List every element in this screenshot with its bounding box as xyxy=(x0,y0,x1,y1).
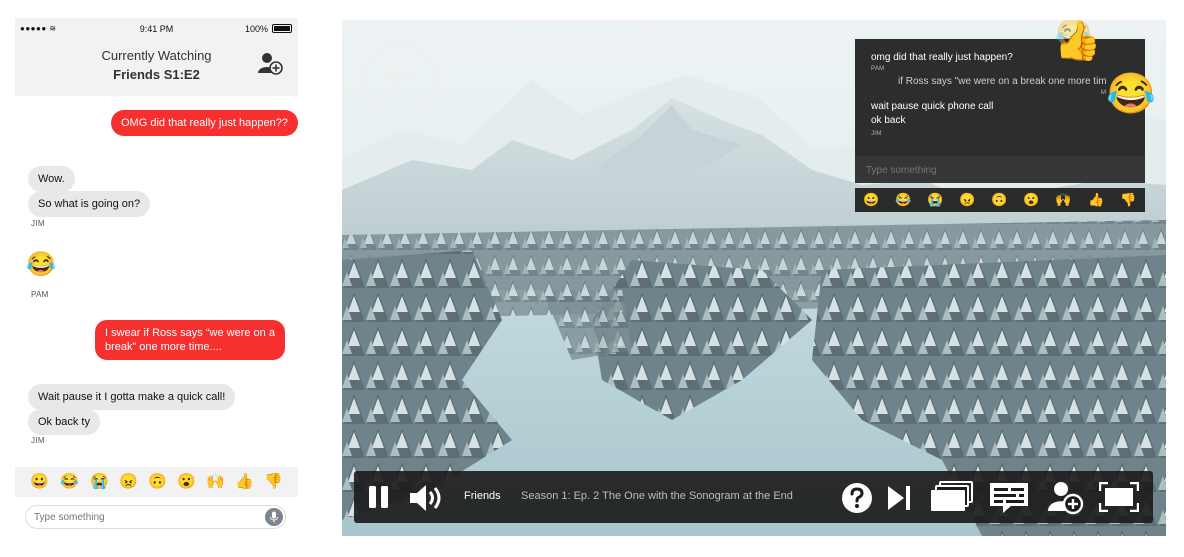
grinning-emoji-button[interactable]: 😀 xyxy=(863,192,879,208)
show-title: Friends xyxy=(464,490,501,502)
message-bubble-received: Ok back ty xyxy=(28,409,100,435)
floating-laughing-emoji: 😂 xyxy=(1106,72,1156,116)
status-bar: ●●●●● ≋ 9:41 PM 100% xyxy=(15,18,298,40)
battery-percent: 100% xyxy=(244,24,268,34)
chat-message: omg did that really just happen? xyxy=(871,52,1013,63)
raised-hands-emoji-button[interactable]: 🙌 xyxy=(206,473,225,491)
message-input[interactable] xyxy=(34,509,254,525)
emoji-reaction-bar: 😀 😂 😭 😠 🙃 😮 🙌 👍 👎 xyxy=(15,467,298,497)
composer xyxy=(15,497,298,537)
floating-thumbs-up-emoji: 👍 xyxy=(1054,21,1102,63)
chat-message: ok back xyxy=(871,115,906,126)
chat-message: if Ross says "we were on a break one mor… xyxy=(898,76,1107,87)
message-bubble-received: Wait pause it I gotta make a quick call! xyxy=(28,384,236,410)
show-episode-title: Friends S1:E2 xyxy=(113,67,200,82)
sender-name: PAM xyxy=(31,290,49,299)
grinning-emoji-button[interactable]: 😀 xyxy=(30,473,49,491)
message-line: I swear if Ross says “we were on a xyxy=(105,327,275,339)
message-bubble-received: So what is going on? xyxy=(28,191,151,217)
screen: ●●●●● ≋ 9:41 PM 100% Currently Watching … xyxy=(0,0,1184,557)
episode-title: Season 1: Ep. 2 The One with the Sonogra… xyxy=(521,490,793,502)
angry-emoji-button[interactable]: 😠 xyxy=(119,473,138,491)
chat-message: wait pause quick phone call xyxy=(871,101,994,112)
surprised-emoji-button[interactable]: 😮 xyxy=(177,473,196,491)
chat-input[interactable] xyxy=(866,162,1126,178)
microphone-icon[interactable] xyxy=(265,508,283,526)
message-bubble-sent: I swear if Ross says “we were on a break… xyxy=(95,320,285,360)
thumbs-up-emoji-button[interactable]: 👍 xyxy=(1088,192,1104,208)
fullscreen-icon[interactable] xyxy=(1098,481,1140,517)
sender-name: JIM xyxy=(31,219,45,228)
surprised-emoji-button[interactable]: 😮 xyxy=(1023,192,1039,208)
battery-icon xyxy=(272,24,292,33)
laughing-emoji-message: 😂 xyxy=(26,251,56,278)
upside-down-emoji-button[interactable]: 🙃 xyxy=(991,192,1007,208)
chat-input-bar xyxy=(855,156,1145,183)
video-player[interactable]: omg did that really just happen? PAM if … xyxy=(342,20,1166,536)
help-icon[interactable] xyxy=(841,482,873,519)
pause-icon[interactable] xyxy=(368,485,390,514)
thumbs-down-emoji-button[interactable]: 👎 xyxy=(1120,192,1136,208)
playback-control-bar: Friends Season 1: Ep. 2 The One with the… xyxy=(354,471,1153,523)
message-input-container xyxy=(25,505,286,529)
raised-hands-emoji-button[interactable]: 🙌 xyxy=(1055,192,1071,208)
currently-watching-label: Currently Watching xyxy=(101,48,212,63)
back-arrow-button[interactable] xyxy=(362,40,438,116)
upside-down-emoji-button[interactable]: 🙃 xyxy=(148,473,167,491)
message-line: break” one more time.... xyxy=(105,341,222,353)
episodes-icon[interactable] xyxy=(930,481,974,518)
crying-emoji-button[interactable]: 😭 xyxy=(90,473,109,491)
laughing-emoji-button[interactable]: 😂 xyxy=(60,473,79,491)
player-emoji-reaction-bar: 😀 😂 😭 😠 🙃 😮 🙌 👍 👎 xyxy=(855,188,1145,212)
crying-emoji-button[interactable]: 😭 xyxy=(927,192,943,208)
angry-emoji-button[interactable]: 😠 xyxy=(959,192,975,208)
message-bubble-received: Wow. xyxy=(28,166,75,192)
message-bubble-sent: OMG did that really just happen?? xyxy=(111,110,298,136)
chat-sender: JIM xyxy=(871,131,882,137)
chat-overlay: omg did that really just happen? PAM if … xyxy=(855,39,1145,183)
chat-header: Currently Watching Friends S1:E2 xyxy=(15,40,298,96)
skip-next-icon[interactable] xyxy=(886,484,912,517)
add-friend-icon[interactable] xyxy=(258,52,284,76)
subtitles-icon[interactable] xyxy=(989,482,1029,519)
laughing-emoji-button[interactable]: 😂 xyxy=(895,192,911,208)
thumbs-up-emoji-button[interactable]: 👍 xyxy=(235,473,254,491)
phone-chat-app: ●●●●● ≋ 9:41 PM 100% Currently Watching … xyxy=(15,18,298,537)
thumbs-down-emoji-button[interactable]: 👎 xyxy=(264,473,283,491)
chat-sender: PAM xyxy=(871,66,885,72)
sender-name: JIM xyxy=(31,436,45,445)
add-friend-icon[interactable] xyxy=(1048,481,1084,520)
volume-icon[interactable] xyxy=(408,483,446,518)
